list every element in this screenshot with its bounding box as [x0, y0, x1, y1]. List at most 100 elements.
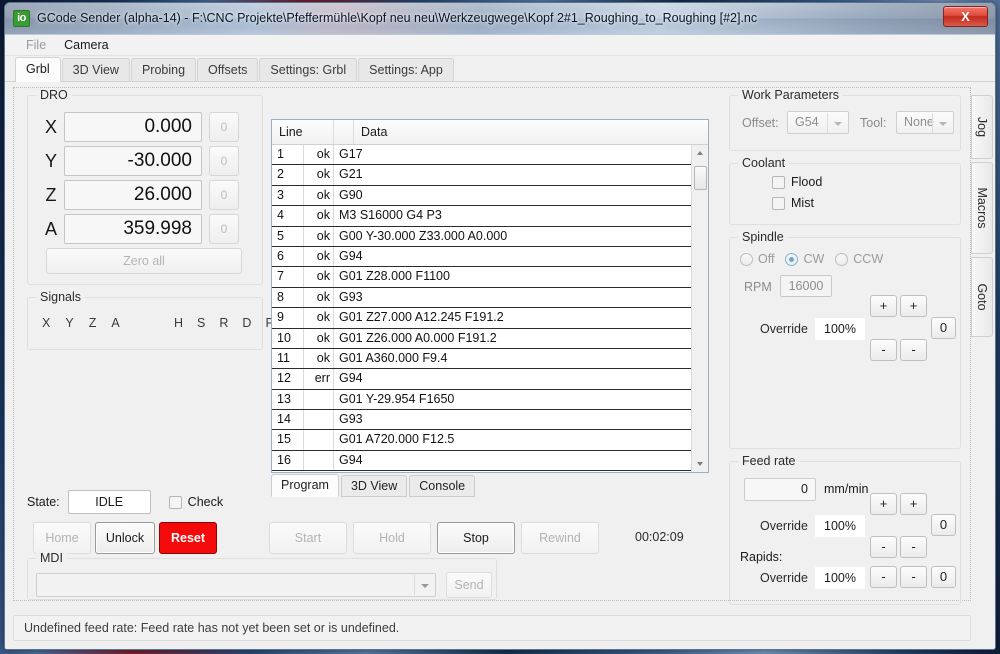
table-row[interactable]: 11okG01 A360.000 F9.4 [272, 349, 691, 369]
tool-select[interactable]: None [896, 111, 954, 134]
table-row[interactable]: 15G01 A720.000 F12.5 [272, 430, 691, 450]
title-bar: io GCode Sender (alpha-14) - F:\CNC Proj… [5, 3, 995, 35]
unlock-button[interactable]: Unlock [95, 522, 155, 554]
side-tab-goto[interactable]: Goto [971, 257, 993, 337]
table-row[interactable]: 3okG90 [272, 186, 691, 206]
table-row[interactable]: 6okG94 [272, 247, 691, 267]
dro-zero-z-button[interactable]: 0 [209, 180, 239, 210]
spindle-override-minus-coarse[interactable]: - [870, 339, 897, 361]
dro-value-a[interactable]: 359.998 [64, 214, 202, 244]
table-row[interactable]: 12errG94 [272, 369, 691, 389]
rpm-input[interactable]: 16000 [780, 275, 832, 297]
spindle-override-label: Override [760, 322, 808, 336]
spindle-override-minus-fine[interactable]: - [900, 339, 927, 361]
tab-probing[interactable]: Probing [131, 58, 196, 82]
chevron-down-icon[interactable] [932, 113, 952, 133]
scrollbar-thumb[interactable] [694, 166, 707, 190]
table-row[interactable]: 10okG01 Z26.000 A0.000 F191.2 [272, 329, 691, 349]
mist-label: Mist [791, 196, 814, 210]
spindle-override-plus-fine[interactable]: + [900, 295, 927, 317]
tab-settings-grbl[interactable]: Settings: Grbl [259, 58, 357, 82]
scroll-down-icon[interactable] [692, 455, 709, 472]
home-button[interactable]: Home [33, 522, 91, 554]
table-row[interactable]: 7okG01 Z28.000 F1100 [272, 267, 691, 287]
table-row[interactable]: 16G94 [272, 451, 691, 471]
send-button[interactable]: Send [446, 572, 492, 598]
hold-button[interactable]: Hold [353, 522, 431, 554]
dro-zero-y-button[interactable]: 0 [209, 146, 239, 176]
side-tab-jog[interactable]: Jog [971, 95, 993, 159]
dro-zero-a-button[interactable]: 0 [209, 214, 239, 244]
scroll-up-icon[interactable] [692, 145, 709, 162]
reset-button[interactable]: Reset [159, 522, 217, 554]
check-mode-toggle[interactable]: Check [169, 495, 223, 509]
offset-select[interactable]: G54 [787, 111, 849, 134]
cell-status: ok [304, 349, 334, 368]
rapids-override-minus-fine[interactable]: - [900, 566, 927, 588]
signal-z: Z [89, 316, 97, 330]
chevron-down-icon[interactable] [414, 575, 434, 595]
zero-all-button[interactable]: Zero all [46, 248, 242, 274]
dro-value-z[interactable]: 26.000 [64, 180, 202, 210]
check-label: Check [188, 495, 223, 509]
dro-row-y: Y -30.000 0 [38, 144, 254, 178]
rewind-button[interactable]: Rewind [521, 522, 599, 554]
rapids-override-reset[interactable]: 0 [931, 566, 956, 588]
menu-item-camera[interactable]: Camera [55, 36, 117, 54]
coolant-flood-toggle[interactable]: Flood [772, 175, 822, 189]
tab-grbl[interactable]: Grbl [15, 57, 61, 82]
cell-status: ok [304, 165, 334, 184]
flood-checkbox[interactable] [772, 176, 785, 189]
gcode-scrollbar[interactable] [691, 145, 708, 472]
coolant-mist-toggle[interactable]: Mist [772, 196, 814, 210]
dro-value-y[interactable]: -30.000 [64, 146, 202, 176]
close-button[interactable]: X [943, 6, 988, 27]
spindle-override-plus-coarse[interactable]: + [870, 295, 897, 317]
menu-item-file[interactable]: File [17, 36, 55, 54]
chevron-down-icon[interactable] [827, 113, 847, 133]
feed-override-plus-fine[interactable]: + [900, 493, 927, 515]
table-row[interactable]: 2okG21 [272, 165, 691, 185]
side-tab-jog-label: Jog [975, 117, 989, 137]
table-row[interactable]: 14G93 [272, 410, 691, 430]
mist-checkbox[interactable] [772, 197, 785, 210]
check-checkbox[interactable] [169, 496, 182, 509]
dro-value-x[interactable]: 0.000 [64, 112, 202, 142]
feed-rate-group: Feed rate 0 mm/min Override 100% + - + -… [729, 461, 961, 605]
dro-zero-x-button[interactable]: 0 [209, 112, 239, 142]
spindle-override-reset[interactable]: 0 [931, 317, 956, 339]
feed-override-minus-fine[interactable]: - [900, 536, 927, 558]
view-tab-console[interactable]: Console [409, 475, 475, 497]
spindle-cw-radio[interactable] [785, 253, 798, 266]
feed-override-reset[interactable]: 0 [931, 514, 956, 536]
table-row[interactable]: 8okG93 [272, 288, 691, 308]
mdi-input[interactable] [36, 573, 436, 597]
status-bar: Undefined feed rate: Feed rate has not y… [13, 615, 971, 641]
spindle-ccw-radio[interactable] [835, 253, 848, 266]
feed-override-plus-coarse[interactable]: + [870, 493, 897, 515]
view-tab-program[interactable]: Program [271, 474, 339, 497]
table-row[interactable]: 1okG17 [272, 145, 691, 165]
rapids-override-minus-coarse[interactable]: - [870, 566, 897, 588]
feed-override-minus-coarse[interactable]: - [870, 536, 897, 558]
application-window: io GCode Sender (alpha-14) - F:\CNC Proj… [4, 2, 996, 650]
gcode-table-body[interactable]: 1okG172okG213okG904okM3 S16000 G4 P35okG… [272, 145, 691, 472]
cell-line-number: 16 [272, 451, 304, 470]
view-tab-3d-view[interactable]: 3D View [341, 475, 407, 497]
cell-gcode-data: G94 [334, 247, 691, 266]
cell-gcode-data: G94 [334, 369, 691, 388]
table-row[interactable]: 9okG01 Z27.000 A12.245 F191.2 [272, 308, 691, 328]
table-row[interactable]: 4okM3 S16000 G4 P3 [272, 206, 691, 226]
table-row[interactable]: 13G01 Y-29.954 F1650 [272, 390, 691, 410]
tab-3d-view[interactable]: 3D View [62, 58, 130, 82]
tab-settings-app[interactable]: Settings: App [358, 58, 454, 82]
start-button[interactable]: Start [269, 522, 347, 554]
signals-status-indicators: H S R D P [174, 316, 274, 330]
table-row[interactable]: 5okG00 Y-30.000 Z33.000 A0.000 [272, 227, 691, 247]
stop-button[interactable]: Stop [437, 522, 515, 554]
dro-axis-label-y: Y [38, 151, 64, 172]
spindle-off-radio[interactable] [740, 253, 753, 266]
tab-offsets[interactable]: Offsets [197, 58, 258, 82]
side-tab-macros[interactable]: Macros [971, 162, 993, 254]
flood-label: Flood [791, 175, 822, 189]
